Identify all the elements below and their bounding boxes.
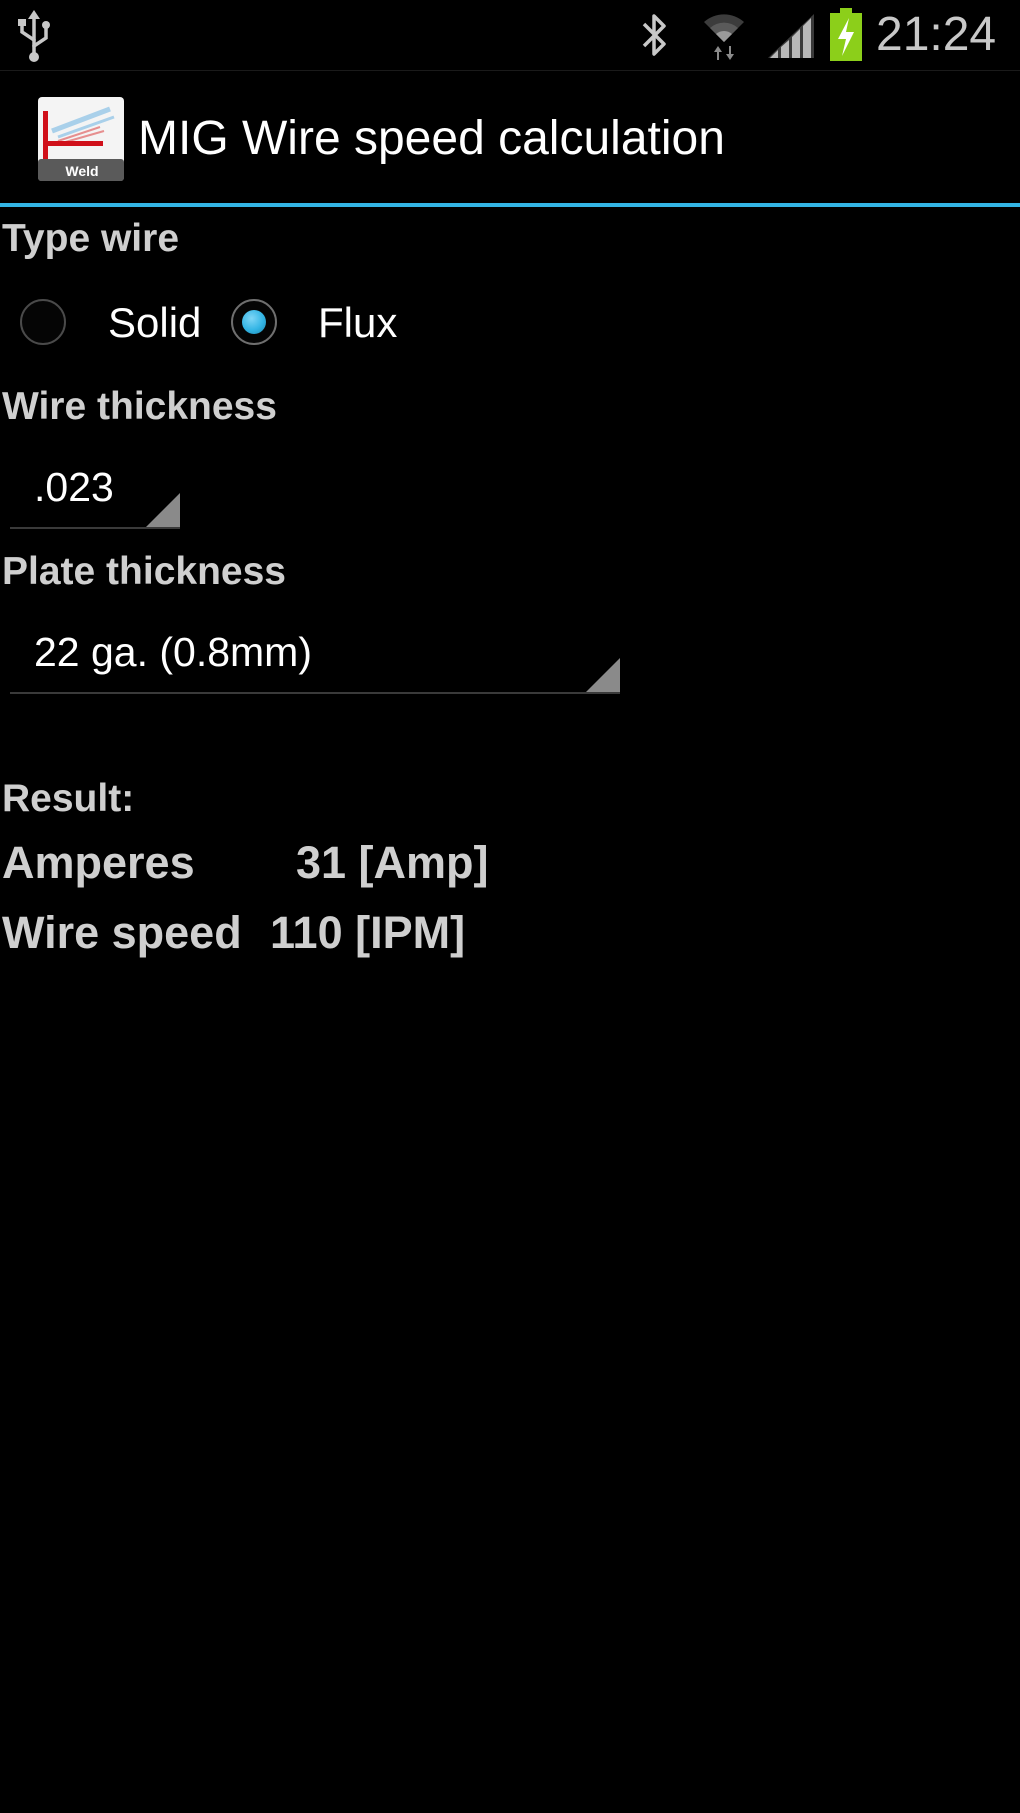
- wire-speed-value: 110 [IPM]: [270, 907, 466, 958]
- signal-icon: [768, 14, 814, 58]
- type-wire-label: Type wire: [2, 217, 180, 260]
- spinner-dropdown-icon: [146, 493, 180, 527]
- radio-solid-label[interactable]: Solid: [108, 298, 201, 348]
- action-bar: Weld MIG Wire speed calculation: [0, 71, 1020, 207]
- spinner-dropdown-icon: [586, 658, 620, 692]
- battery-charging-icon: [830, 8, 862, 61]
- status-clock: 21:24: [876, 8, 997, 61]
- wire-thickness-label: Wire thickness: [2, 385, 277, 428]
- radio-flux[interactable]: [231, 299, 277, 345]
- bluetooth-icon: [642, 14, 666, 56]
- amperes-label: Amperes: [2, 837, 195, 888]
- radio-solid[interactable]: [20, 299, 66, 345]
- result-label: Result:: [2, 777, 135, 820]
- app-logo-icon: Weld: [38, 97, 124, 181]
- plate-thickness-value: 22 ga. (0.8mm): [34, 629, 312, 675]
- plate-thickness-label: Plate thickness: [2, 550, 286, 593]
- wifi-icon: [704, 14, 744, 60]
- status-bar: 21:24: [0, 0, 1020, 71]
- wire-speed-label: Wire speed: [2, 907, 242, 958]
- wire-thickness-value: .023: [34, 464, 114, 510]
- app-logo-label: Weld: [65, 163, 98, 179]
- wire-thickness-spinner[interactable]: .023: [10, 449, 180, 529]
- amperes-value: 31 [Amp]: [296, 837, 489, 888]
- app-title: MIG Wire speed calculation: [138, 112, 725, 165]
- plate-thickness-spinner[interactable]: 22 ga. (0.8mm): [10, 614, 620, 694]
- radio-flux-label[interactable]: Flux: [318, 298, 397, 348]
- usb-icon: [18, 10, 50, 62]
